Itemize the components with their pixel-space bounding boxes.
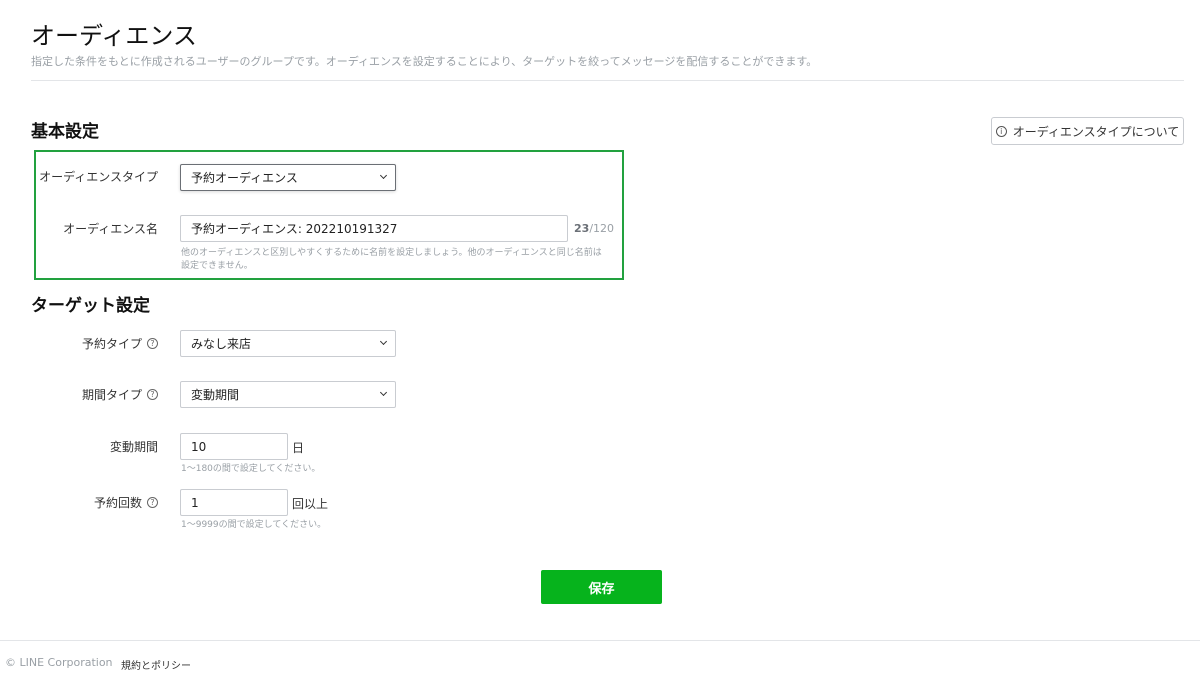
variable-period-label: 変動期間 (8, 438, 158, 454)
variable-period-input[interactable] (180, 433, 288, 460)
counter-current: 23 (574, 222, 590, 235)
audience-type-value: 予約オーディエンス (191, 171, 298, 185)
footer-policy-link[interactable]: 規約とポリシー (121, 657, 191, 672)
chevron-down-icon (379, 337, 388, 346)
save-button[interactable]: 保存 (541, 570, 662, 604)
period-type-label: 期間タイプ ? (8, 386, 158, 402)
reservation-type-value: みなし来店 (191, 337, 252, 351)
page-title: オーディエンス (31, 22, 197, 50)
audience-type-label: オーディエンスタイプ (8, 168, 158, 184)
audience-name-hint-line1: 他のオーディエンスと区別しやすくするために名前を設定しましょう。他のオーディエン… (181, 248, 602, 258)
reservation-type-label: 予約タイプ ? (8, 335, 158, 351)
reservation-count-input[interactable] (180, 489, 288, 516)
target-settings-title: ターゲット設定 (31, 296, 150, 316)
period-type-label-text: 期間タイプ (81, 387, 142, 402)
basic-settings-title: 基本設定 (31, 122, 99, 142)
audience-name-counter: 23/120 (574, 222, 614, 235)
footer-copyright: © LINE Corporation (5, 656, 113, 669)
audience-name-label: オーディエンス名 (8, 220, 158, 236)
audience-page: オーディエンス 指定した条件をもとに作成されるユーザーのグループです。オーディエ… (0, 0, 1200, 676)
variable-period-hint: 1〜180の間で設定してください。 (181, 464, 321, 474)
info-button-label: オーディエンスタイプについて (1012, 124, 1180, 139)
reservation-type-label-text: 予約タイプ (81, 336, 142, 351)
footer-divider (0, 640, 1200, 641)
audience-type-info-button[interactable]: i オーディエンスタイプについて (991, 117, 1184, 145)
question-circle-icon[interactable]: ? (147, 388, 158, 400)
period-type-value: 変動期間 (191, 388, 240, 402)
audience-name-input[interactable] (180, 215, 568, 242)
reservation-count-unit: 回以上 (292, 497, 329, 511)
period-type-select[interactable]: 変動期間 (180, 381, 396, 408)
variable-period-unit: 日 (292, 441, 305, 455)
reservation-count-label: 予約回数 ? (8, 494, 158, 510)
chevron-down-icon (379, 171, 388, 180)
question-circle-icon[interactable]: ? (147, 496, 158, 508)
info-circle-icon: i (995, 125, 1007, 137)
counter-max: /120 (589, 222, 615, 235)
page-description: 指定した条件をもとに作成されるユーザーのグループです。オーディエンスを設定するこ… (31, 55, 818, 68)
audience-name-hint: 他のオーディエンスと区別しやすくするために名前を設定しましょう。他のオーディエン… (181, 247, 621, 273)
audience-type-select[interactable]: 予約オーディエンス (180, 164, 396, 191)
audience-name-hint-line2: 設定できません。 (181, 261, 253, 271)
audience-type-label-text: オーディエンスタイプ (39, 169, 158, 184)
audience-name-label-text: オーディエンス名 (63, 221, 158, 236)
reservation-type-select[interactable]: みなし来店 (180, 330, 396, 357)
reservation-count-label-text: 予約回数 (93, 495, 142, 510)
variable-period-label-text: 変動期間 (109, 439, 158, 454)
question-circle-icon[interactable]: ? (147, 337, 158, 349)
reservation-count-hint: 1〜9999の間で設定してください。 (181, 520, 327, 530)
header-divider (31, 80, 1184, 81)
chevron-down-icon (379, 388, 388, 397)
